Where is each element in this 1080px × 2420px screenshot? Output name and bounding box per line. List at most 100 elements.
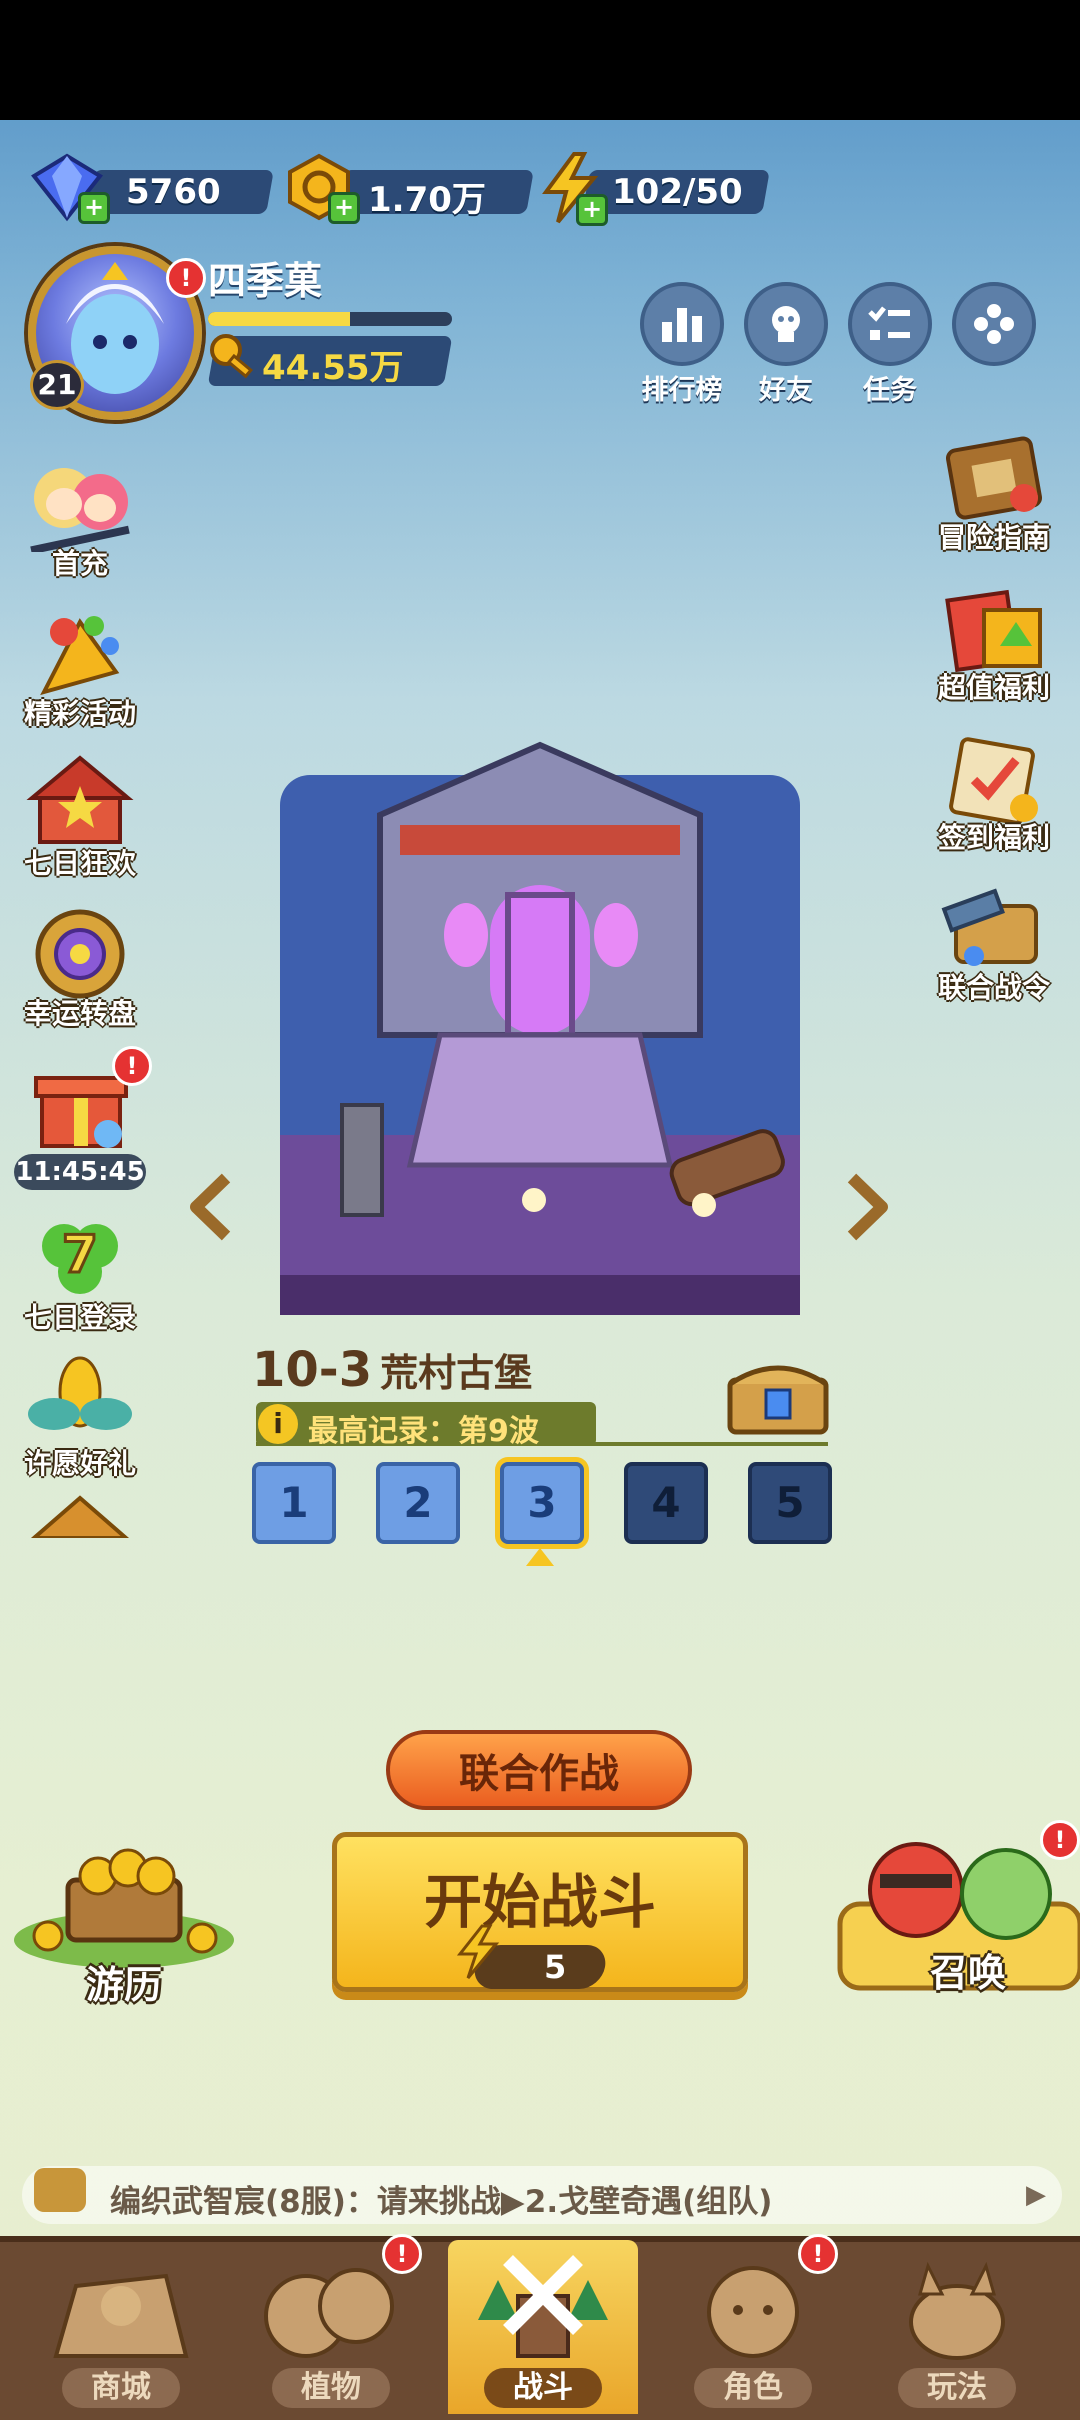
stage-castle-illustration[interactable] xyxy=(270,735,810,1325)
gold-counter[interactable]: + 1.70万 xyxy=(284,153,536,224)
tent-icon xyxy=(26,755,134,844)
lucky-wheel-label: 幸运转盘 xyxy=(23,997,136,1030)
guide-book-icon xyxy=(946,436,1042,520)
first-recharge-label: 首充 xyxy=(51,547,108,580)
lucky-wheel[interactable]: 幸运转盘 xyxy=(10,902,150,1032)
wish-gift[interactable]: 许愿好礼 xyxy=(10,1352,150,1482)
friends-icon xyxy=(772,306,800,342)
stage-number: 10-3 xyxy=(252,1342,373,1398)
wave-button-2[interactable]: 2 xyxy=(376,1462,460,1544)
next-stage-arrow[interactable] xyxy=(842,1172,892,1242)
clover-seven-icon: 7 xyxy=(42,1224,118,1294)
events-button[interactable]: 精彩活动 xyxy=(10,602,150,732)
leaderboard-icon xyxy=(662,308,702,342)
add-gems-icon[interactable]: + xyxy=(78,192,110,224)
stage-title: 10-3 荒村古堡 xyxy=(252,1342,532,1398)
tasks-icon xyxy=(868,306,910,340)
best-record: 最高记录：第9波 xyxy=(308,1414,539,1449)
xp-bar-fill xyxy=(208,312,350,326)
nav-character-label: 角色 xyxy=(694,2368,812,2408)
nav-shop[interactable]: 商城 xyxy=(26,2246,216,2414)
leaderboard-label: 排行榜 xyxy=(641,375,723,406)
treasure-chest-icon xyxy=(945,589,1042,673)
gem-counter[interactable]: + 5760 xyxy=(30,153,278,224)
stage-reward-chest-icon[interactable] xyxy=(726,1356,830,1436)
chat-bubble-icon[interactable] xyxy=(34,2168,86,2212)
xp-bar xyxy=(208,312,452,326)
nav-battle-label: 战斗 xyxy=(484,2368,602,2408)
seven-day-login[interactable]: 7 七日登录 xyxy=(10,1206,150,1336)
plants-alert-badge: ! xyxy=(382,2234,422,2274)
player-name: 四季菓 xyxy=(208,259,323,303)
gameplay-icon xyxy=(909,2261,1005,2360)
gamepad-icon xyxy=(974,304,1014,344)
summon-label: 召唤 xyxy=(930,1951,1007,1995)
alliance-pass[interactable]: 联合战令 xyxy=(924,876,1064,1006)
add-energy-icon[interactable]: + xyxy=(576,194,608,226)
character-alert-badge: ! xyxy=(798,2234,838,2274)
tasks-button[interactable]: 任务 xyxy=(840,282,940,407)
wave-button-4[interactable]: 4 xyxy=(624,1462,708,1544)
travel-button[interactable]: 游历 xyxy=(8,1840,240,2009)
selected-wave-indicator-icon xyxy=(526,1548,554,1566)
wheel-icon xyxy=(35,909,125,999)
nav-battle[interactable]: 战斗 xyxy=(448,2240,638,2414)
calendar-icon xyxy=(949,737,1038,825)
energy-counter[interactable]: + 102/50 xyxy=(540,152,770,226)
windmill-icon xyxy=(478,2255,608,2358)
stage-name: 荒村古堡 xyxy=(380,1351,533,1395)
start-battle-button[interactable]: 开始战斗 5 xyxy=(332,1832,748,1992)
coins-value: 44.55万 xyxy=(262,348,404,388)
events-label: 精彩活动 xyxy=(23,697,136,730)
coop-battle-button[interactable]: 联合作战 xyxy=(386,1730,692,1810)
svg-text:7: 7 xyxy=(62,1225,98,1285)
gold-value: 1.70万 xyxy=(368,180,486,220)
gift-alert-badge: ! xyxy=(112,1046,152,1086)
lotus-icon xyxy=(28,1356,132,1430)
wave-button-3[interactable]: 3 xyxy=(500,1462,584,1544)
profile-alert-badge: ! xyxy=(166,258,206,298)
energy-value: 102/50 xyxy=(612,172,743,212)
status-bar xyxy=(0,0,1080,120)
leaderboard-button[interactable]: 排行榜 xyxy=(632,282,732,407)
value-welfare-label: 超值福利 xyxy=(937,671,1050,704)
first-recharge-event[interactable]: 首充 xyxy=(10,452,150,582)
adventure-guide[interactable]: 冒险指南 xyxy=(924,426,1064,556)
seven-day-login-label: 七日登录 xyxy=(23,1301,136,1334)
summon-alert-badge: ! xyxy=(1040,1820,1080,1860)
check-in-welfare-label: 签到福利 xyxy=(937,821,1050,854)
partial-event-icon xyxy=(30,1495,130,1538)
gem-value: 5760 xyxy=(126,172,221,212)
start-battle-label: 开始战斗 xyxy=(423,1868,656,1936)
heroes-icon xyxy=(30,468,130,555)
seven-day-carnival-label: 七日狂欢 xyxy=(23,847,136,880)
key-icon xyxy=(210,334,253,379)
nav-plants-label: 植物 xyxy=(272,2368,390,2408)
party-horn-icon xyxy=(40,616,120,696)
shop-icon xyxy=(53,2273,189,2358)
nav-shop-label: 商城 xyxy=(62,2368,180,2408)
start-cost-value: 5 xyxy=(543,1948,567,1986)
wish-gift-label: 许愿好礼 xyxy=(23,1447,136,1480)
tasks-label: 任务 xyxy=(863,375,917,406)
chat-expand-icon[interactable]: ▶ xyxy=(1026,2180,1046,2210)
nav-gameplay[interactable]: 玩法 xyxy=(862,2246,1052,2414)
pass-chest-icon xyxy=(941,888,1038,966)
wave-button-5[interactable]: 5 xyxy=(748,1462,832,1544)
gift-timer: 11:45:45 xyxy=(14,1154,146,1190)
check-in-welfare[interactable]: 签到福利 xyxy=(924,726,1064,856)
player-level: 21 xyxy=(30,360,84,410)
alliance-pass-label: 联合战令 xyxy=(937,971,1050,1004)
adventure-guide-label: 冒险指南 xyxy=(937,521,1050,554)
game-menu-button[interactable] xyxy=(944,282,1044,366)
wave-button-1[interactable]: 1 xyxy=(252,1462,336,1544)
info-icon: i xyxy=(258,1404,298,1444)
energy-cost-icon xyxy=(456,1924,500,1979)
chat-message: 编织武智宸(8服)：请来挑战▶2.戈壁奇遇(组队) xyxy=(110,2184,773,2220)
value-welfare[interactable]: 超值福利 xyxy=(924,576,1064,706)
friends-label: 好友 xyxy=(759,375,813,406)
friends-button[interactable]: 好友 xyxy=(736,282,836,407)
seven-day-carnival[interactable]: 七日狂欢 xyxy=(10,752,150,882)
previous-stage-arrow[interactable] xyxy=(186,1172,236,1242)
add-gold-icon[interactable]: + xyxy=(328,192,360,224)
